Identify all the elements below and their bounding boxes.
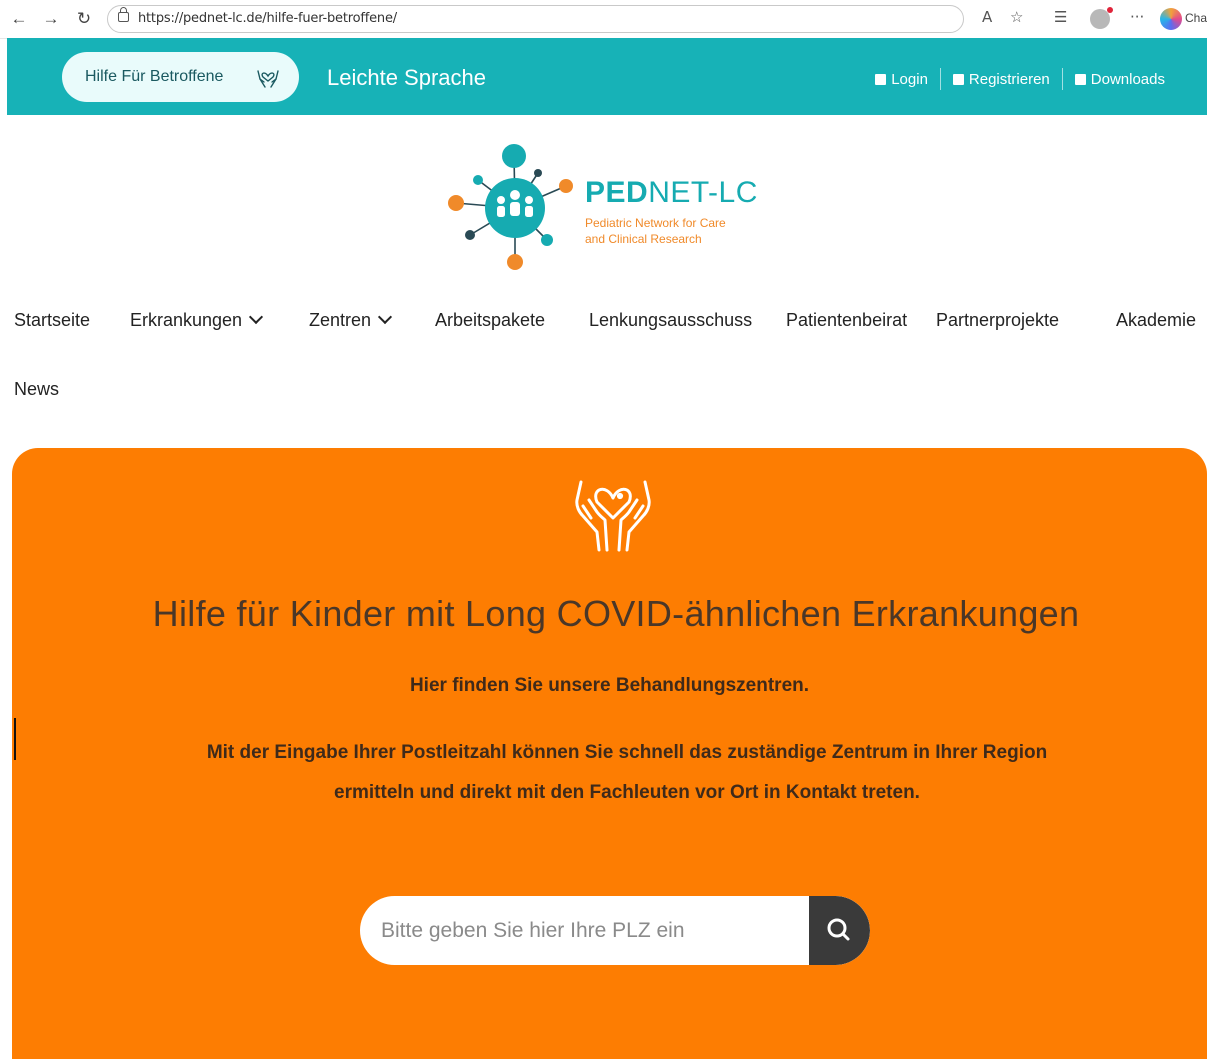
login-link[interactable]: Login <box>863 71 940 88</box>
notification-dot-icon <box>1107 7 1113 13</box>
nav-item-patientenbeirat[interactable]: Patientenbeirat <box>786 310 907 331</box>
nav-item-startseite[interactable]: Startseite <box>14 310 90 331</box>
nav-item-erkrankungen[interactable]: Erkrankungen <box>130 309 264 331</box>
nav-label: Partnerprojekte <box>936 310 1060 330</box>
help-affected-button[interactable]: Hilfe Für Betroffene <box>62 52 299 102</box>
hero-description: Mit der Eingabe Ihrer Postleitzahl könne… <box>206 742 1048 803</box>
save-icon <box>1074 73 1086 85</box>
easy-language-link[interactable]: Leichte Sprache <box>327 65 486 91</box>
register-link[interactable]: Registrieren <box>941 71 1062 88</box>
downloads-link[interactable]: Downloads <box>1063 71 1165 88</box>
nav-label: Akademie <box>1116 310 1197 330</box>
reload-icon[interactable]: ↻ <box>73 8 95 30</box>
main-navigation: Startseite Erkrankungen Zentren Arbeitsp… <box>14 309 1207 340</box>
chevron-down-icon <box>249 309 264 325</box>
nav-item-zentren[interactable]: Zentren <box>309 309 393 331</box>
nav-label: Patientenbeirat <box>786 310 908 330</box>
top-bar: Hilfe Für Betroffene Leichte Sprache Log… <box>7 38 1207 115</box>
nav-label: News <box>14 379 60 399</box>
logo-subtitle: and Clinical Research <box>585 232 702 246</box>
address-bar[interactable]: https://pednet-lc.de/hilfe-fuer-betroffe… <box>107 5 964 33</box>
more-icon[interactable]: ··· <box>1130 8 1144 26</box>
nav-label: Zentren <box>309 310 372 330</box>
downloads-label: Downloads <box>1090 70 1165 88</box>
nav-item-akademie[interactable]: Akademie <box>1116 310 1196 331</box>
divider <box>14 718 16 760</box>
favorites-icon[interactable]: ☰ <box>1054 8 1067 26</box>
login-icon <box>875 73 887 85</box>
heart-hands-icon <box>257 70 279 88</box>
favorite-star-icon[interactable]: ☆ <box>1010 8 1023 26</box>
search-button[interactable] <box>809 896 870 965</box>
nav-item-news[interactable]: News <box>14 379 59 400</box>
logo-title: PEDNET-LC <box>585 176 758 210</box>
copilot-icon[interactable] <box>1160 8 1182 30</box>
nav-item-partnerprojekte[interactable]: Partnerprojekte <box>936 310 1059 331</box>
forward-icon[interactable]: → <box>40 8 62 30</box>
nav-label: Arbeitspakete <box>435 310 546 330</box>
url-text: https://pednet-lc.de/hilfe-fuer-betroffe… <box>138 11 397 26</box>
search-icon <box>827 918 850 941</box>
browser-toolbar: ← → ↻ https://pednet-lc.de/hilfe-fuer-be… <box>0 0 1207 39</box>
lock-icon <box>118 7 129 22</box>
heart-hands-icon <box>575 480 651 552</box>
postcode-search <box>360 896 870 965</box>
register-icon <box>952 73 964 85</box>
logo-title-rest: NET-LC <box>648 176 758 209</box>
read-aloud-icon[interactable]: A <box>982 8 992 26</box>
account-links: Login Registrieren Downloads <box>863 68 1165 90</box>
hero-section: Hilfe für Kinder mit Long COVID-ähnliche… <box>12 448 1207 1059</box>
postcode-input[interactable] <box>360 896 821 965</box>
nav-item-arbeitspakete[interactable]: Arbeitspakete <box>435 310 545 331</box>
chevron-down-icon <box>377 309 393 325</box>
logo-subtitle: Pediatric Network for Care <box>585 216 726 230</box>
logo-title-bold: PED <box>585 176 649 209</box>
register-label: Registrieren <box>968 70 1050 88</box>
nav-label: Erkrankungen <box>130 310 243 330</box>
back-icon[interactable]: ← <box>8 8 30 30</box>
pednet-logo-icon[interactable] <box>442 140 587 275</box>
login-label: Login <box>891 70 928 88</box>
hero-subtitle: Hier finden Sie unsere Behandlungszentre… <box>409 675 810 696</box>
nav-label: Startseite <box>14 310 91 330</box>
hero-title: Hilfe für Kinder mit Long COVID-ähnliche… <box>152 593 1080 634</box>
nav-item-lenkungsausschuss[interactable]: Lenkungsausschuss <box>589 310 752 331</box>
nav-label: Lenkungsausschuss <box>589 310 753 330</box>
copilot-label: Cha <box>1185 11 1207 25</box>
help-affected-label: Hilfe Für Betroffene <box>85 68 224 85</box>
